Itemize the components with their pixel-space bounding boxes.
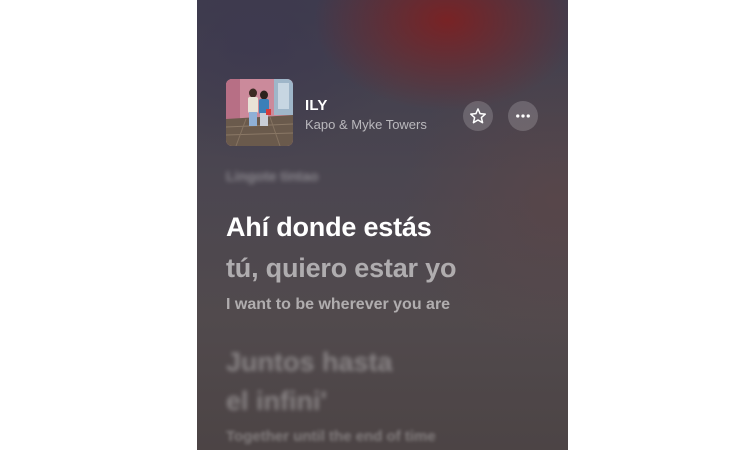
current-lyric-line-continued[interactable]: tú, quiero estar yo xyxy=(226,253,456,284)
page-background: ILY Kapo & Myke Towers Lingote tintao Ah… xyxy=(0,0,750,450)
track-artist[interactable]: Kapo & Myke Towers xyxy=(305,117,427,132)
ellipsis-icon xyxy=(516,114,530,118)
favorite-button[interactable] xyxy=(463,101,493,131)
current-lyric-line[interactable]: Ahí donde estás xyxy=(226,212,432,243)
album-artwork-image xyxy=(226,79,293,146)
lyrics-screen: ILY Kapo & Myke Towers Lingote tintao Ah… xyxy=(197,0,568,450)
previous-lyric-line[interactable]: Lingote tintao xyxy=(226,168,319,184)
album-artwork[interactable] xyxy=(226,79,293,146)
upcoming-lyric-line[interactable]: Juntos hasta xyxy=(226,347,393,378)
upcoming-lyric-translation: Together until the end of time xyxy=(226,428,436,445)
current-lyric-translation: I want to be wherever you are xyxy=(226,296,451,313)
more-options-button[interactable] xyxy=(508,101,538,131)
upcoming-lyric-line-continued[interactable]: el infini' xyxy=(226,386,327,417)
star-icon xyxy=(469,108,487,124)
track-title[interactable]: ILY xyxy=(305,97,328,114)
